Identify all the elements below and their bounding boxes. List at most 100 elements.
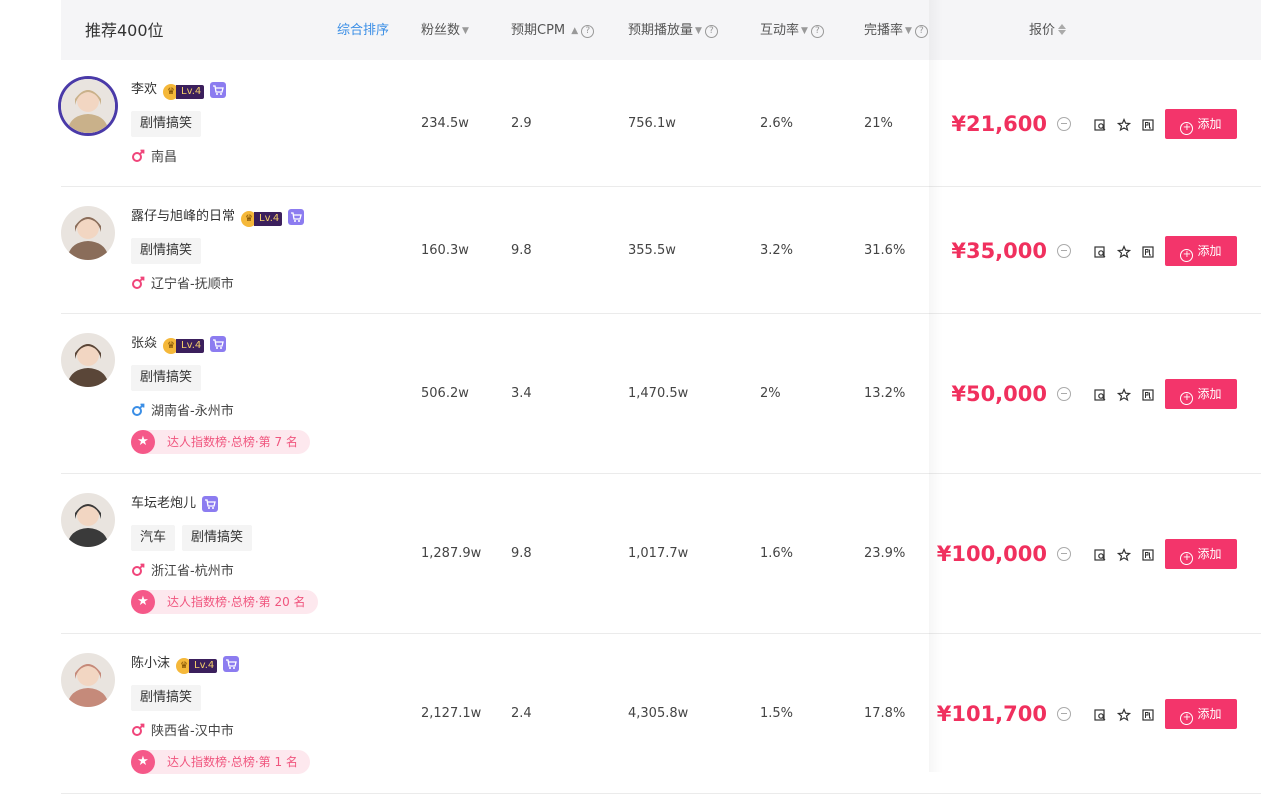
sort-up-icon: ▲ — [571, 26, 579, 36]
help-icon[interactable]: ? — [581, 25, 595, 38]
help-icon[interactable]: ? — [810, 25, 824, 38]
add-button-label: 添加 — [1197, 387, 1222, 401]
shopping-cart-icon — [210, 336, 227, 352]
column-plays[interactable]: 预期播放量 ▼? — [628, 0, 718, 60]
star-icon: ★ — [131, 750, 155, 774]
location-text: 浙江省-杭州市 — [151, 564, 234, 579]
detail-search-icon[interactable] — [1093, 117, 1107, 131]
note-icon[interactable] — [1141, 387, 1155, 401]
expected-plays: 1,470.5w — [628, 386, 689, 401]
expected-cpm: 2.4 — [511, 706, 532, 721]
category-tag: 剧情搞笑 — [131, 111, 202, 137]
location-text: 辽宁省-抚顺市 — [151, 277, 234, 292]
price-info-icon[interactable] — [1057, 707, 1071, 721]
add-button[interactable]: + 添加 — [1165, 699, 1237, 729]
column-plays-label: 预期播放量 — [628, 23, 694, 38]
column-price[interactable]: 报价 — [1029, 0, 1067, 60]
tag-list: 剧情搞笑 — [131, 238, 208, 264]
add-button[interactable]: + 添加 — [1165, 108, 1237, 139]
add-button[interactable]: + 添加 — [1165, 235, 1237, 266]
detail-search-icon[interactable] — [1093, 547, 1107, 561]
price-info-icon[interactable] — [1057, 387, 1071, 401]
fans-count: 234.5w — [421, 115, 469, 131]
column-completion-label: 完播率 — [864, 23, 904, 38]
note-icon[interactable] — [1141, 707, 1155, 721]
level-label: Lv.4 — [176, 339, 205, 353]
add-button[interactable]: + 添加 — [1165, 379, 1237, 409]
shopping-cart-icon — [288, 209, 305, 225]
level-badge: ♛ Lv.4 — [176, 658, 218, 674]
fans-count: 506.2w — [421, 386, 469, 401]
ranking-badge[interactable]: ★ 达人指数榜·总榜·第 1 名 — [131, 750, 310, 774]
favorite-star-icon[interactable] — [1116, 117, 1132, 131]
influencer-name-line: 车坛老炮儿 — [131, 495, 219, 513]
expected-plays: 756.1w — [628, 115, 676, 131]
detail-search-icon[interactable] — [1093, 244, 1107, 258]
column-completion[interactable]: 完播率 ▼? — [864, 0, 928, 60]
column-price-label: 报价 — [1029, 23, 1056, 38]
column-fans[interactable]: 粉丝数 ▼ — [421, 0, 469, 60]
fans-count: 160.3w — [421, 242, 469, 258]
category-tag: 汽车 — [131, 525, 176, 551]
favorite-star-icon[interactable] — [1116, 387, 1132, 402]
avatar[interactable] — [61, 206, 115, 260]
influencer-name-line: 张焱 ♛ Lv.4 — [131, 335, 227, 354]
note-icon[interactable] — [1141, 244, 1155, 258]
influencer-name[interactable]: 张焱 — [131, 336, 157, 351]
favorite-star-icon[interactable] — [1116, 707, 1132, 722]
expected-cpm: 9.8 — [511, 546, 532, 561]
column-cpm[interactable]: 预期CPM ▲? — [511, 0, 595, 60]
ranking-text: 达人指数榜·总榜·第 1 名 — [167, 755, 298, 769]
ranking-badge[interactable]: ★ 达人指数榜·总榜·第 7 名 — [131, 430, 310, 454]
avatar[interactable] — [61, 493, 115, 547]
influencer-name[interactable]: 露仔与旭峰的日常 — [131, 209, 235, 224]
note-icon[interactable] — [1141, 117, 1155, 131]
male-icon — [131, 403, 145, 417]
help-icon[interactable]: ? — [704, 25, 718, 38]
star-icon: ★ — [131, 590, 155, 614]
favorite-star-icon[interactable] — [1116, 244, 1132, 258]
sort-down-icon: ▼ — [801, 26, 808, 36]
avatar[interactable] — [61, 333, 115, 387]
price: ¥100,000 — [936, 542, 1047, 566]
detail-search-icon[interactable] — [1093, 707, 1107, 721]
price: ¥50,000 — [951, 382, 1047, 406]
fans-count: 2,127.1w — [421, 706, 482, 721]
results-count: 推荐400位 — [85, 21, 164, 40]
avatar[interactable] — [61, 653, 115, 707]
ranking-text: 达人指数榜·总榜·第 7 名 — [167, 435, 298, 449]
price-info-icon[interactable] — [1057, 547, 1071, 561]
expected-cpm: 2.9 — [511, 115, 532, 131]
price-info-icon[interactable] — [1057, 243, 1071, 258]
location-text: 南昌 — [151, 150, 178, 165]
influencer-name-line: 李欢 ♛ Lv.4 — [131, 81, 227, 100]
add-button[interactable]: + 添加 — [1165, 539, 1237, 569]
ranking-badge[interactable]: ★ 达人指数榜·总榜·第 20 名 — [131, 590, 318, 614]
influencer-name[interactable]: 李欢 — [131, 82, 157, 97]
location: 辽宁省-抚顺市 — [131, 276, 234, 294]
expected-plays: 355.5w — [628, 242, 676, 258]
interaction-rate: 1.5% — [760, 706, 794, 721]
column-interaction[interactable]: 互动率 ▼? — [760, 0, 824, 60]
avatar[interactable] — [61, 79, 115, 133]
price-info-icon[interactable] — [1057, 116, 1071, 131]
level-label: Lv.4 — [189, 659, 218, 673]
note-icon[interactable] — [1141, 547, 1155, 561]
category-tag: 剧情搞笑 — [131, 238, 202, 264]
influencer-name[interactable]: 车坛老炮儿 — [131, 496, 196, 511]
table-row: 露仔与旭峰的日常 ♛ Lv.4 剧情搞笑 辽宁省-抚顺市 160.3w 9.8 355.5w 3… — [61, 187, 1261, 314]
location-text: 湖南省-永州市 — [151, 404, 234, 419]
sort-default-link[interactable]: 综合排序 — [337, 0, 389, 60]
table-row: 陈小沫 ♛ Lv.4 剧情搞笑 陕西省-汉中市 ★ 达人指数榜·总榜·第 1 名 2,127.… — [61, 634, 1261, 794]
plus-circle-icon: + — [1180, 552, 1194, 565]
tag-list: 剧情搞笑 — [131, 365, 208, 391]
detail-search-icon[interactable] — [1093, 387, 1107, 401]
expected-cpm: 3.4 — [511, 386, 532, 401]
price: ¥101,700 — [936, 702, 1047, 726]
female-icon — [131, 563, 145, 577]
influencer-name[interactable]: 陈小沫 — [131, 656, 170, 671]
table-row: 李欢 ♛ Lv.4 剧情搞笑 南昌 234.5w 2.9 756.1w 2.6% 21% ¥21,6… — [61, 60, 1261, 187]
help-icon[interactable]: ? — [914, 25, 928, 38]
location: 南昌 — [131, 149, 177, 167]
favorite-star-icon[interactable] — [1116, 547, 1132, 562]
